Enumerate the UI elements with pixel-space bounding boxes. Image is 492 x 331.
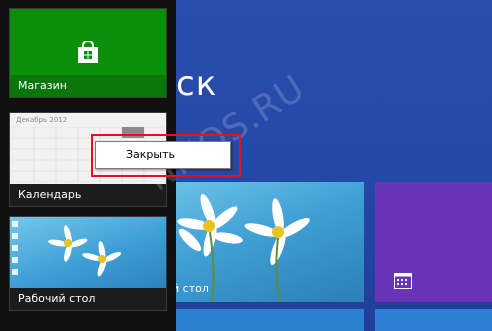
switcher-item-label: Рабочий стол [10, 288, 166, 310]
desktop-tile[interactable]: й стол [166, 182, 364, 302]
switcher-item-label: Магазин [10, 75, 166, 97]
calendar-tile[interactable] [375, 182, 492, 302]
daisy-thumbnail [48, 225, 122, 277]
switcher-item-desktop[interactable]: Рабочий стол [9, 216, 167, 311]
desktop-icons [12, 221, 18, 275]
context-menu: Закрыть [95, 141, 231, 169]
store-bag-icon [78, 41, 98, 63]
start-screen-title: ск [176, 64, 218, 104]
calendar-month-header: Декабрь 2012 [16, 116, 68, 124]
switcher-item-label: Календарь [10, 184, 166, 206]
tile-bottom-right[interactable] [375, 309, 492, 331]
calendar-icon [394, 273, 412, 289]
close-menu-item[interactable]: Закрыть [100, 145, 226, 165]
tile-bottom-left[interactable] [166, 309, 364, 331]
desktop-preview [10, 217, 166, 288]
desktop-tile-label: й стол [172, 282, 209, 295]
switcher-item-store[interactable]: Магазин [9, 8, 167, 98]
